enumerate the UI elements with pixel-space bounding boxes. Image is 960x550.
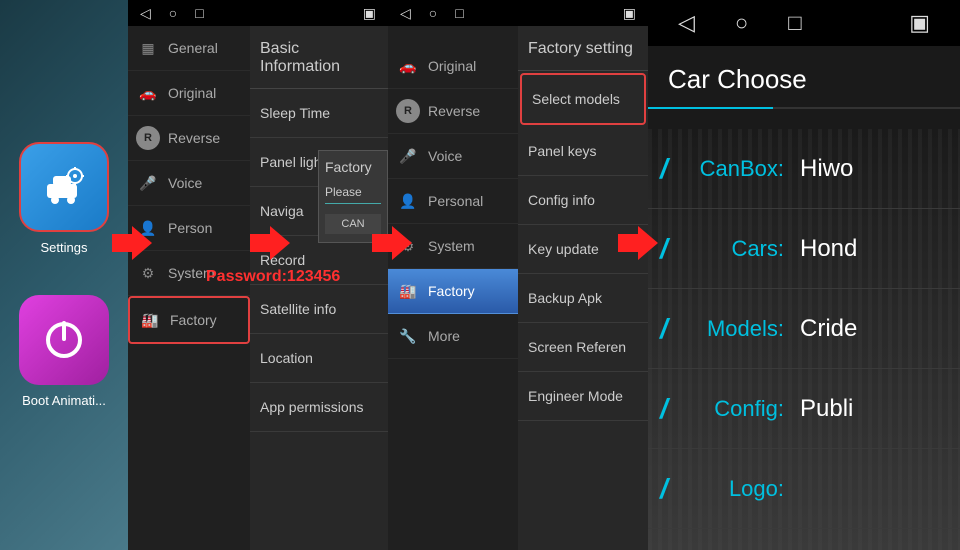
row-config[interactable]: / Config: Publi bbox=[648, 369, 960, 449]
row-label: Config: bbox=[672, 396, 792, 422]
slash-icon: / bbox=[648, 153, 672, 185]
arrow-icon bbox=[618, 226, 658, 260]
modal-title: Factory bbox=[325, 159, 381, 175]
car-icon: 🚗 bbox=[136, 81, 160, 105]
settings-panel-step3: ◁ ○ □ 🚗Original RReverse 🎤Voice 👤Persona… bbox=[388, 0, 648, 550]
row-canbox[interactable]: / CanBox: Hiwo bbox=[648, 129, 960, 209]
power-icon bbox=[19, 295, 109, 385]
back-icon[interactable]: ◁ bbox=[678, 10, 695, 36]
gear-icon: ⚙ bbox=[136, 261, 160, 285]
row-label: Models: bbox=[672, 316, 792, 342]
row-label: Logo: bbox=[672, 476, 792, 502]
row-label: Cars: bbox=[672, 236, 792, 262]
list-item[interactable]: Engineer Mode bbox=[518, 372, 648, 421]
picture-icon[interactable]: ▣ bbox=[623, 5, 636, 22]
divider bbox=[648, 107, 960, 109]
status-bar: ▣ bbox=[250, 0, 388, 26]
status-bar: ◁ ○ □ bbox=[388, 0, 518, 26]
factory-icon: 🏭 bbox=[396, 279, 420, 303]
status-bar: ◁ ○ □ ▣ bbox=[648, 0, 960, 46]
row-label: CanBox: bbox=[672, 156, 792, 182]
slash-icon: / bbox=[648, 393, 672, 425]
list-item[interactable]: Sleep Time bbox=[250, 89, 388, 138]
home-icon[interactable]: ○ bbox=[429, 5, 437, 21]
mic-icon: 🎤 bbox=[396, 144, 420, 168]
sidebar-item-original[interactable]: 🚗Original bbox=[128, 71, 250, 116]
mic-icon: 🎤 bbox=[136, 171, 160, 195]
arrow-icon bbox=[112, 226, 152, 260]
list-item-select-models[interactable]: Select models bbox=[520, 73, 646, 125]
section-title: Factory setting bbox=[518, 26, 648, 71]
picture-icon[interactable]: ▣ bbox=[363, 5, 376, 22]
arrow-icon bbox=[250, 226, 290, 260]
sidebar-item-voice[interactable]: 🎤Voice bbox=[128, 161, 250, 206]
recent-icon[interactable]: □ bbox=[455, 5, 463, 21]
app-label: Boot Animati... bbox=[22, 393, 106, 408]
list-item[interactable]: Screen Referen bbox=[518, 323, 648, 372]
list-item[interactable]: Panel keys bbox=[518, 127, 648, 176]
row-value: Hond bbox=[792, 235, 857, 263]
arrow-icon bbox=[372, 226, 412, 260]
password-input[interactable]: Please bbox=[325, 185, 381, 204]
list-item[interactable]: Backup Apk bbox=[518, 274, 648, 323]
row-cars[interactable]: / Cars: Hond bbox=[648, 209, 960, 289]
app-label: Settings bbox=[41, 240, 88, 255]
grid-icon: ▦ bbox=[136, 36, 160, 60]
section-title: Basic Information bbox=[250, 26, 388, 89]
sidebar-item-reverse[interactable]: RReverse bbox=[128, 116, 250, 161]
row-value: Hiwo bbox=[792, 155, 853, 183]
sidebar-item-factory[interactable]: 🏭Factory bbox=[128, 296, 250, 344]
row-value: Cride bbox=[792, 315, 857, 343]
row-value: Publi bbox=[792, 395, 853, 423]
sidebar-item-voice[interactable]: 🎤Voice bbox=[388, 134, 518, 179]
recent-icon[interactable]: □ bbox=[788, 10, 801, 36]
picture-icon[interactable]: ▣ bbox=[909, 10, 930, 36]
slash-icon: / bbox=[648, 473, 672, 505]
factory-settings-pane: ▣ Factory setting Select models Panel ke… bbox=[518, 0, 648, 550]
sidebar-item-reverse[interactable]: RReverse bbox=[388, 89, 518, 134]
list-item[interactable]: Config info bbox=[518, 176, 648, 225]
back-icon[interactable]: ◁ bbox=[400, 5, 411, 22]
back-icon[interactable]: ◁ bbox=[140, 5, 151, 22]
home-icon[interactable]: ○ bbox=[169, 5, 177, 21]
list-item[interactable]: App permissions bbox=[250, 383, 388, 432]
settings-sidebar: ◁ ○ □ 🚗Original RReverse 🎤Voice 👤Persona… bbox=[388, 0, 518, 550]
reverse-icon: R bbox=[396, 99, 420, 123]
sidebar-item-general[interactable]: ▦General bbox=[128, 26, 250, 71]
sidebar-item-personal[interactable]: 👤Personal bbox=[388, 179, 518, 224]
home-icon[interactable]: ○ bbox=[735, 10, 748, 36]
status-bar: ▣ bbox=[518, 0, 648, 26]
car-choose-list: / CanBox: Hiwo / Cars: Hond / Models: Cr… bbox=[648, 129, 960, 550]
person-icon: 👤 bbox=[396, 189, 420, 213]
sidebar-item-original[interactable]: 🚗Original bbox=[388, 44, 518, 89]
wrench-icon: 🔧 bbox=[396, 324, 420, 348]
settings-app[interactable]: Settings bbox=[19, 142, 109, 255]
settings-icon bbox=[19, 142, 109, 232]
list-item[interactable]: Satellite info bbox=[250, 285, 388, 334]
car-icon: 🚗 bbox=[396, 54, 420, 78]
page-title: Car Choose bbox=[648, 46, 960, 107]
launcher-panel: Settings Boot Animati... bbox=[0, 0, 128, 550]
boot-animation-app[interactable]: Boot Animati... bbox=[19, 295, 109, 408]
row-models[interactable]: / Models: Cride bbox=[648, 289, 960, 369]
reverse-icon: R bbox=[136, 126, 160, 150]
status-bar: ◁ ○ □ bbox=[128, 0, 250, 26]
factory-icon: 🏭 bbox=[138, 308, 162, 332]
recent-icon[interactable]: □ bbox=[195, 5, 203, 21]
car-choose-panel: ◁ ○ □ ▣ Car Choose / CanBox: Hiwo / Cars… bbox=[648, 0, 960, 550]
row-logo[interactable]: / Logo: bbox=[648, 449, 960, 529]
slash-icon: / bbox=[648, 313, 672, 345]
sidebar-item-factory[interactable]: 🏭Factory bbox=[388, 269, 518, 314]
list-item[interactable]: Location bbox=[250, 334, 388, 383]
sidebar-item-more[interactable]: 🔧More bbox=[388, 314, 518, 359]
password-hint: Password:123456 bbox=[206, 268, 340, 286]
